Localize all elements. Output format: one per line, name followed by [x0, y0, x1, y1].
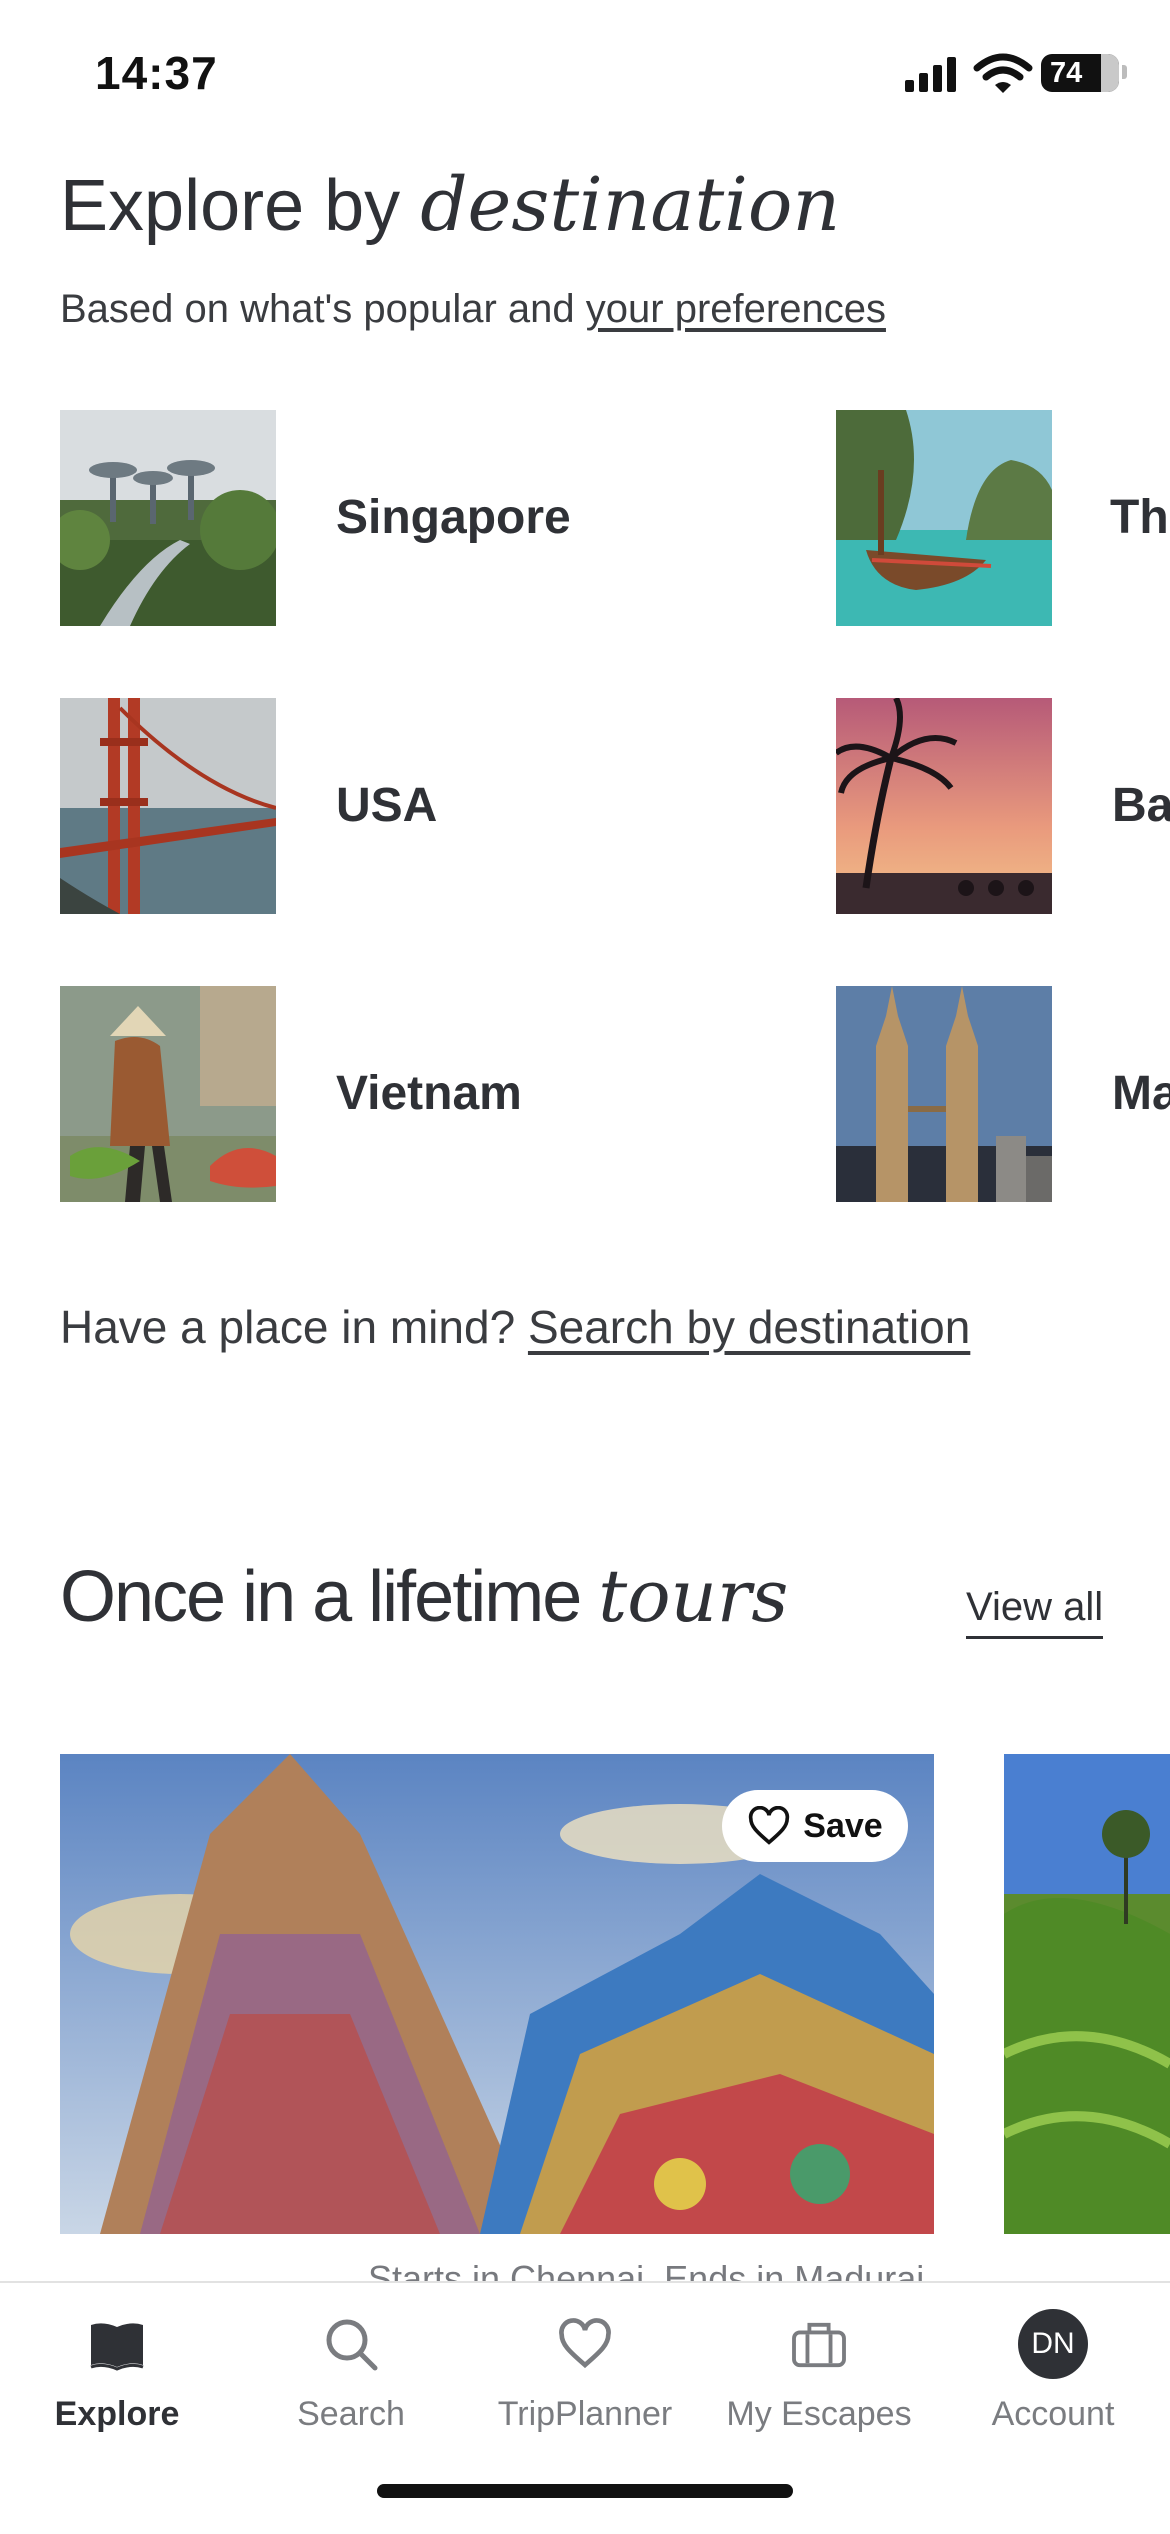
tab-my-escapes-label: My Escapes: [726, 2395, 912, 2433]
tab-account-label: Account: [991, 2395, 1115, 2433]
destination-name-thailand[interactable]: Th: [1110, 490, 1169, 545]
home-indicator: [377, 2484, 793, 2498]
search-by-destination-link[interactable]: Search by destination: [528, 1301, 970, 1353]
destinations-title: Explore by destination: [60, 168, 840, 242]
preferences-link[interactable]: your preferences: [586, 287, 886, 331]
tab-account[interactable]: DN Account: [936, 2283, 1170, 2483]
destination-image-bali[interactable]: [836, 698, 1052, 914]
tab-my-escapes[interactable]: My Escapes: [702, 2283, 936, 2483]
destination-image-usa[interactable]: [60, 698, 276, 914]
tab-tripplanner[interactable]: TripPlanner: [468, 2283, 702, 2483]
save-button[interactable]: Save: [722, 1790, 908, 1862]
suitcase-icon: [784, 2309, 854, 2379]
search-icon: [316, 2309, 386, 2379]
tab-explore[interactable]: Explore: [0, 2283, 234, 2483]
tour-card-image-next[interactable]: [1004, 1754, 1170, 2234]
destinations-title-emphasis: destination: [420, 162, 841, 248]
destinations-subtitle: Based on what's popular and your prefere…: [60, 287, 886, 332]
battery-level: 74: [1050, 57, 1083, 89]
destination-name-singapore[interactable]: Singapore: [336, 490, 571, 545]
cellular-signal-icon: [905, 57, 956, 92]
status-icons: 74: [905, 52, 1135, 96]
destination-name-vietnam[interactable]: Vietnam: [336, 1066, 522, 1121]
tours-title: Once in a lifetime tours: [60, 1560, 788, 1633]
save-label: Save: [803, 1806, 883, 1845]
avatar-wrapper: DN: [1018, 2309, 1088, 2379]
destination-name-bali[interactable]: Ba: [1112, 778, 1170, 833]
search-prompt: Have a place in mind? Search by destinat…: [60, 1300, 970, 1354]
prompt-text: Have a place in mind?: [60, 1301, 516, 1353]
status-time: 14:37: [95, 47, 218, 99]
destination-name-usa[interactable]: USA: [336, 778, 437, 833]
tab-search[interactable]: Search: [234, 2283, 468, 2483]
tab-search-label: Search: [297, 2395, 405, 2433]
wifi-icon: [973, 53, 1033, 93]
destination-image-thailand[interactable]: [836, 410, 1052, 626]
tab-tripplanner-label: TripPlanner: [497, 2395, 673, 2433]
destination-image-malaysia[interactable]: [836, 986, 1052, 1202]
destination-name-malaysia[interactable]: Ma: [1112, 1066, 1170, 1121]
view-all-link[interactable]: View all: [966, 1585, 1104, 1639]
destination-image-singapore[interactable]: [60, 410, 276, 626]
tour-card-image[interactable]: Save: [60, 1754, 934, 2234]
destination-image-vietnam[interactable]: [60, 986, 276, 1202]
tab-explore-label: Explore: [54, 2395, 180, 2433]
destinations-title-text: Explore by: [60, 166, 401, 246]
heart-icon: [550, 2309, 620, 2379]
avatar: DN: [1018, 2309, 1088, 2379]
tours-title-emphasis: tours: [598, 1554, 789, 1638]
book-icon: [82, 2309, 152, 2379]
subtitle-text: Based on what's popular and: [60, 287, 575, 331]
heart-icon: [749, 1806, 790, 1845]
tours-title-text: Once in a lifetime: [60, 1557, 582, 1637]
battery-icon: 74: [1041, 54, 1119, 92]
